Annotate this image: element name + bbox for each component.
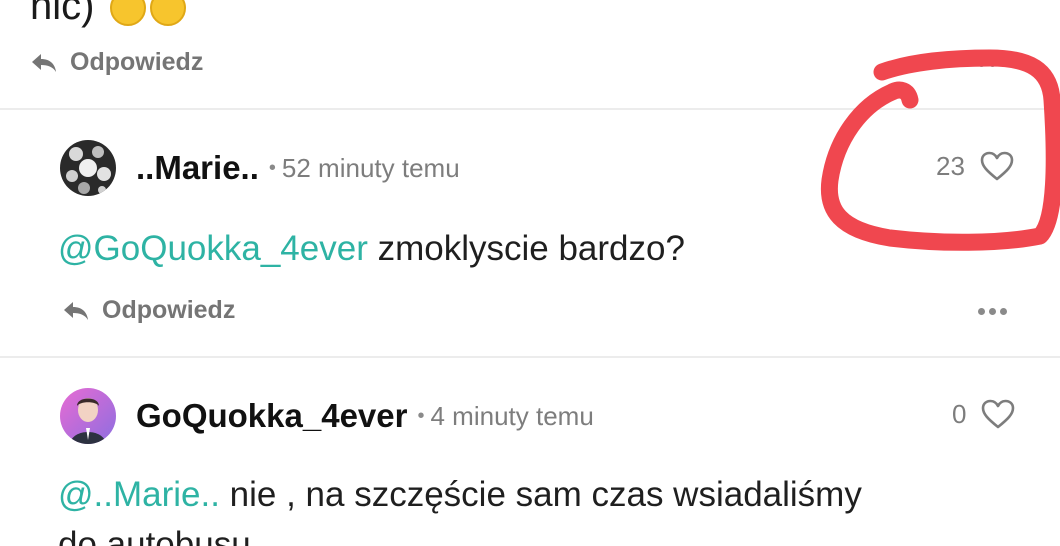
reply-arrow-icon [32,53,56,72]
username[interactable]: GoQuokka_4ever [136,397,407,435]
avatar-image [60,140,116,196]
previous-comment-fragment: nic) [30,0,95,28]
reply-button[interactable]: Odpowiedz [62,296,235,325]
mention-link[interactable]: @..Marie.. [58,475,220,514]
mention-link[interactable]: @GoQuokka_4ever [58,229,368,268]
comment-header-marie: ..Marie.. • 52 minuty temu [60,140,460,196]
smiling-face-icon [149,0,186,27]
comment-text: @GoQuokka_4ever zmoklyscie bardzo? [58,224,685,274]
comment-text-line-2: do autobusu [58,520,251,546]
separator-dot: • [417,404,425,427]
separator-dot: • [268,156,276,179]
reply-label: Odpowiedz [70,48,204,76]
reply-label: Odpowiedz [102,296,236,324]
like-count: 23 [936,150,965,181]
more-options-button[interactable] [978,308,1007,315]
like-count: 0 [952,398,967,429]
comment-text: @..Marie.. nie , na szczęście sam czas w… [58,470,862,520]
comment-header-goquokka: GoQuokka_4ever • 4 minuty temu [60,388,594,444]
reply-button-top[interactable]: Odpowiedz [30,48,203,77]
red-annotation-circle [820,49,1060,251]
more-options-button-top[interactable] [978,60,1007,67]
timestamp: 4 minuty temu [430,400,594,431]
divider [0,356,1060,358]
divider [0,108,1060,110]
reply-arrow-icon [64,301,88,320]
avatar[interactable] [60,388,116,444]
comment-message-continued: do autobusu [58,525,251,546]
avatar[interactable] [60,140,116,196]
comment-message: zmoklyscie bardzo? [367,229,685,268]
heart-icon [982,399,1015,429]
relieved-face-icon [109,0,146,27]
comments-page: nic) Odpowiedz ..Marie.. • 52 minuty tem… [0,0,1060,546]
previous-comment-text: nic) [30,0,186,30]
avatar-image [60,388,116,444]
timestamp: 52 minuty temu [281,152,460,183]
heart-icon [980,151,1014,181]
comment-message: nie , na szczęście sam czas wsiadaliśmy [219,475,862,514]
like-button[interactable]: 0 [952,398,1016,430]
username[interactable]: ..Marie.. [136,149,259,187]
like-button[interactable]: 23 [936,150,1015,182]
